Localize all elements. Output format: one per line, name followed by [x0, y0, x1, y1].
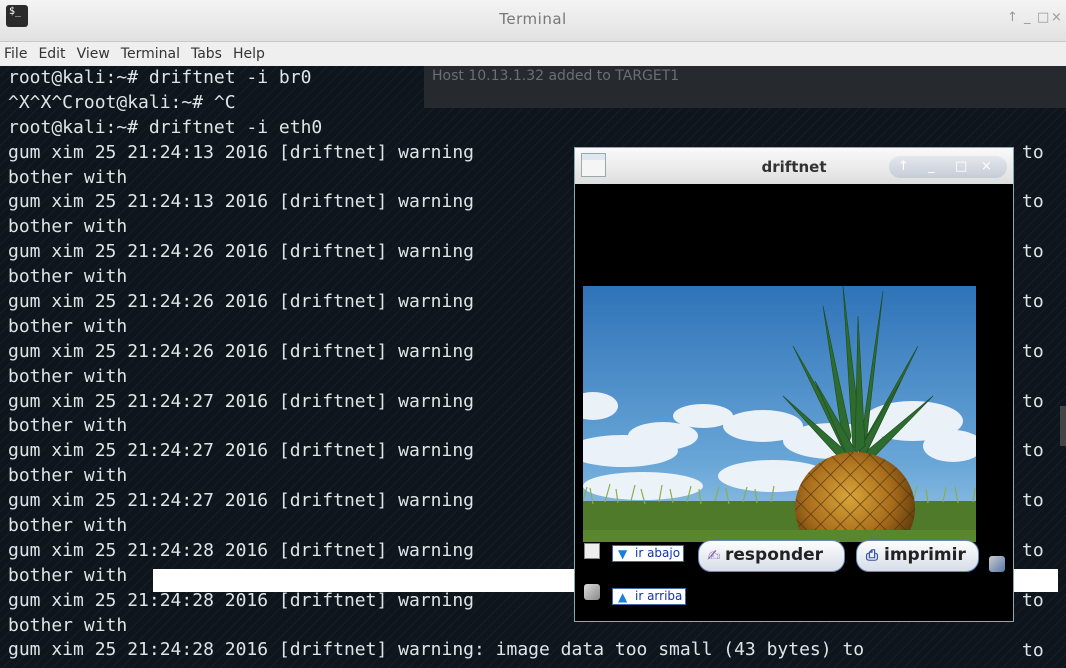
external-link-icon[interactable]: [584, 543, 600, 559]
arrow-down-icon: ▼: [618, 547, 628, 561]
ir-abajo-label: ir abajo: [635, 546, 681, 560]
ir-arriba-label: ir arriba: [635, 589, 683, 603]
terminal-line-ending: [1022, 315, 1044, 340]
arrow-up-icon: ▲: [618, 590, 628, 604]
attachment-icon[interactable]: [989, 556, 1005, 572]
keep-above-icon[interactable]: ↑: [898, 159, 909, 174]
terminal-line: root@kali:~# driftnet -i br0: [8, 67, 312, 88]
terminal-line-ending: to: [1022, 291, 1044, 313]
menu-tabs[interactable]: Tabs: [191, 46, 222, 62]
terminal-line-ending: [1022, 215, 1044, 240]
driftnet-window[interactable]: driftnet ↑ _ □ × ▼ ir abajo ✍ responder …: [574, 147, 1014, 622]
terminal-line-endings: to to to to to to to to to to to: [1022, 141, 1044, 664]
terminal-line-ending: [1022, 265, 1044, 290]
menu-edit[interactable]: Edit: [38, 46, 65, 62]
reply-icon: ✍: [707, 546, 721, 565]
imprimir-label: imprimir: [884, 545, 966, 565]
terminal-line-ending: [1022, 564, 1044, 589]
terminal-line-ending: to: [1022, 241, 1044, 263]
terminal-line-ending: [1022, 414, 1044, 439]
attachment-icon[interactable]: [584, 584, 600, 600]
terminal-line-ending: [1022, 365, 1044, 390]
terminal-line-ending: to: [1022, 191, 1044, 213]
menu-view[interactable]: View: [77, 46, 110, 62]
keep-above-icon[interactable]: ↑: [1007, 10, 1018, 25]
terminal-line-ending: to: [1022, 141, 1044, 163]
terminal-line: root@kali:~# driftnet -i eth0: [8, 116, 323, 138]
responder-button[interactable]: ✍ responder: [698, 540, 845, 572]
terminal-line-ending: to: [1022, 539, 1044, 561]
terminal-titlebar: $_ Terminal ↑ _ □ ×: [0, 0, 1066, 42]
close-icon[interactable]: ×: [981, 159, 992, 174]
ir-abajo-button[interactable]: ▼ ir abajo: [612, 545, 685, 562]
terminal-line-ending: [1022, 614, 1044, 639]
driftnet-titlebar[interactable]: driftnet ↑ _ □ ×: [575, 148, 1013, 184]
scrollbar[interactable]: [1060, 406, 1066, 446]
terminal-line: ^X^X^Croot@kali:~# ^C: [8, 91, 236, 113]
terminal-line-ending: to: [1022, 440, 1044, 462]
terminal-line: gum xim 25 21:24:28 2016 [driftnet] warn…: [8, 639, 865, 661]
minimize-icon[interactable]: _: [928, 159, 935, 174]
terminal-line-ending: to: [1022, 589, 1044, 611]
terminal-line-ending: to: [1022, 490, 1044, 512]
terminal-line-ending: [1022, 166, 1044, 191]
driftnet-window-controls: ↑ _ □ ×: [889, 156, 1007, 178]
menu-terminal[interactable]: Terminal: [121, 46, 180, 62]
responder-label: responder: [725, 545, 824, 565]
menu-help[interactable]: Help: [233, 46, 265, 62]
terminal-line-ending: [1022, 514, 1044, 539]
terminal-line-ending: to: [1022, 340, 1044, 362]
terminal-line-ending: to: [1022, 639, 1044, 661]
terminal-line-ending: to: [1022, 390, 1044, 412]
minimize-icon[interactable]: _: [1024, 10, 1031, 25]
maximize-icon[interactable]: □: [955, 159, 967, 174]
window-title: Terminal: [499, 10, 567, 28]
terminal-line-ending: [1022, 464, 1044, 489]
menu-file[interactable]: File: [4, 46, 27, 62]
ir-arriba-button[interactable]: ▲ ir arriba: [612, 588, 687, 605]
menu-bar: File Edit View Terminal Tabs Help: [0, 42, 1066, 66]
imprimir-button[interactable]: ⎙ imprimir: [856, 540, 979, 572]
close-icon[interactable]: ×: [1051, 10, 1062, 25]
maximize-icon[interactable]: □: [1037, 10, 1049, 25]
printer-icon: ⎙: [866, 546, 879, 564]
captured-image-pineapple: [583, 286, 976, 542]
